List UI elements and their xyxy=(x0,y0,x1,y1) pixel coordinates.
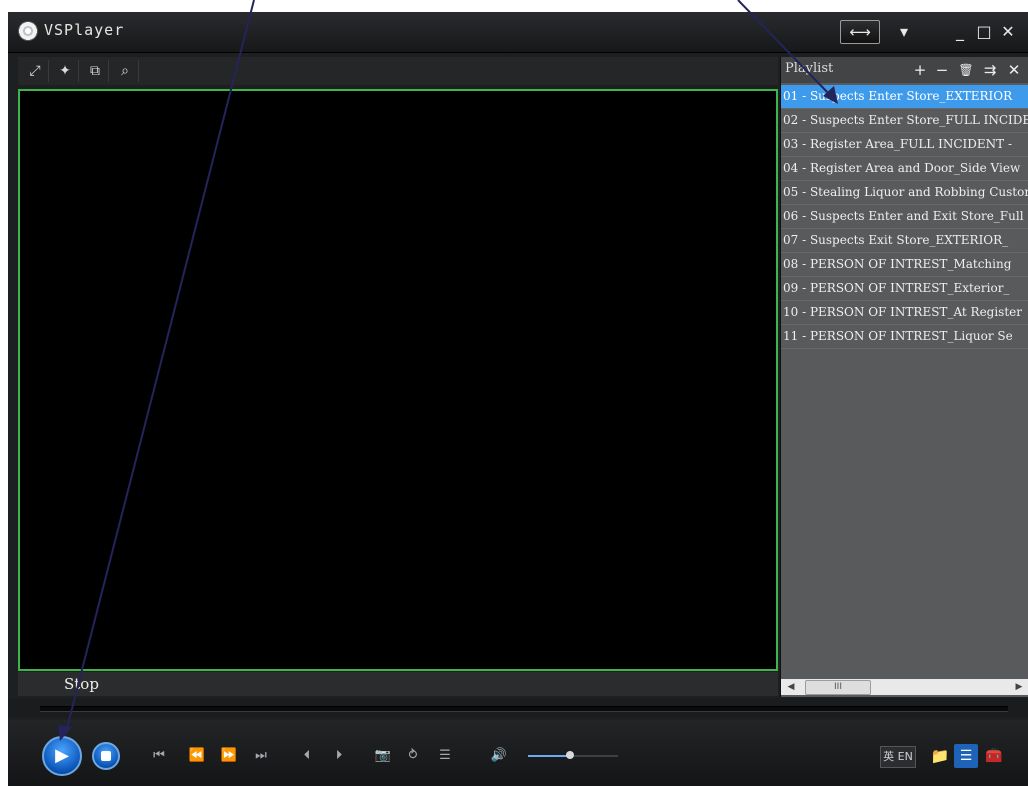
playlist-item[interactable]: 06 - Suspects Enter and Exit Store_Full xyxy=(781,205,1028,229)
remove-icon[interactable]: − xyxy=(931,59,953,81)
window-settings-icon[interactable]: ⧉ xyxy=(82,60,109,82)
seek-area xyxy=(8,698,1028,718)
video-display[interactable] xyxy=(18,89,778,671)
toolbox-icon[interactable]: 🧰 xyxy=(982,746,1006,766)
pin-icon[interactable]: ✦ xyxy=(52,60,79,82)
play-button[interactable]: ▶ xyxy=(42,736,82,776)
rewind-icon[interactable]: ⏪ xyxy=(184,746,210,766)
volume-icon[interactable]: 🔊 xyxy=(486,746,512,766)
stop-button[interactable] xyxy=(92,742,120,770)
close-button[interactable]: ✕ xyxy=(996,20,1020,44)
playlist-item[interactable]: 05 - Stealing Liquor and Robbing Custome… xyxy=(781,181,1028,205)
maximize-button[interactable]: □ xyxy=(972,20,996,44)
playlist-mode-icon[interactable]: ☰ xyxy=(432,746,458,766)
step-back-icon[interactable]: ⏴ xyxy=(294,746,320,766)
playlist-item[interactable]: 02 - Suspects Enter Store_FULL INCIDENT xyxy=(781,109,1028,133)
camera-icon[interactable]: 📷 xyxy=(370,746,396,766)
step-forward-icon[interactable]: ⏵ xyxy=(326,746,352,766)
playlist-panel: Playlist + − 🗑 ⇉ ✕ 01 - Suspects Enter S… xyxy=(780,57,1028,697)
playlist-item[interactable]: 08 - PERSON OF INTREST_Matching xyxy=(781,253,1028,277)
trash-icon[interactable]: 🗑 xyxy=(955,59,977,81)
app-title: VSPlayer xyxy=(44,21,125,39)
seek-bar[interactable] xyxy=(40,706,1008,712)
app-window: VSPlayer ⟷ ▾ _ □ ✕ ⤢ ✦ ⧉ ⌕ Stop Playlist + … xyxy=(8,12,1028,786)
status-text: Stop xyxy=(64,675,99,693)
skip-start-icon[interactable]: ⏮ xyxy=(146,746,172,766)
playlist-item[interactable]: 04 - Register Area and Door_Side View xyxy=(781,157,1028,181)
volume-slider-handle[interactable] xyxy=(566,751,574,759)
playlist-list: 01 - Suspects Enter Store_EXTERIOR 02 - S… xyxy=(781,85,1028,673)
repeat-icon[interactable]: ⥁ xyxy=(400,746,426,766)
playlist-title: Playlist xyxy=(785,61,834,76)
clear-list-icon[interactable]: ✕ xyxy=(1003,59,1025,81)
scroll-left-icon[interactable]: ◀ xyxy=(785,679,797,695)
scroll-right-icon[interactable]: ▶ xyxy=(1013,679,1025,695)
playlist-item[interactable]: 10 - PERSON OF INTREST_At Register xyxy=(781,301,1028,325)
menu-dropdown-icon[interactable]: ▾ xyxy=(892,20,916,44)
sort-icon[interactable]: ⇉ xyxy=(979,59,1001,81)
switch-view-button[interactable]: ⟷ xyxy=(840,20,880,44)
playlist-item[interactable]: 03 - Register Area_FULL INCIDENT - xyxy=(781,133,1028,157)
playlist-item[interactable]: 01 - Suspects Enter Store_EXTERIOR xyxy=(781,85,1028,109)
title-bar: VSPlayer ⟷ ▾ _ □ ✕ xyxy=(8,12,1028,53)
volume-level xyxy=(528,755,569,757)
playlist-toggle-icon[interactable]: ☰ xyxy=(954,744,978,768)
status-bar: Stop xyxy=(18,672,778,696)
add-icon[interactable]: + xyxy=(909,59,931,81)
language-toggle[interactable]: 英 EN xyxy=(880,746,916,768)
skip-end-icon[interactable]: ⏭ xyxy=(248,746,274,766)
fast-forward-icon[interactable]: ⏩ xyxy=(216,746,242,766)
fullscreen-icon[interactable]: ⤢ xyxy=(22,60,49,82)
playlist-item[interactable]: 11 - PERSON OF INTREST_Liquor Se xyxy=(781,325,1028,349)
minimize-button[interactable]: _ xyxy=(948,20,972,44)
app-logo-icon xyxy=(18,21,38,41)
folder-icon[interactable]: 📁 xyxy=(928,746,952,766)
scroll-thumb[interactable]: III xyxy=(805,680,871,695)
playback-controls: ▶ ⏮ ⏪ ⏩ ⏭ ⏴ ⏵ 📷 ⥁ ☰ 🔊 英 EN 📁 ☰ 🧰 xyxy=(8,720,1028,786)
zoom-icon[interactable]: ⌕ xyxy=(112,60,139,82)
playlist-item[interactable]: 07 - Suspects Exit Store_EXTERIOR_ xyxy=(781,229,1028,253)
video-toolbar: ⤢ ✦ ⧉ ⌕ xyxy=(18,57,778,85)
horizontal-scrollbar[interactable]: ◀ III ▶ xyxy=(781,679,1028,695)
playlist-item[interactable]: 09 - PERSON OF INTREST_Exterior_ xyxy=(781,277,1028,301)
playlist-header: Playlist + − 🗑 ⇉ ✕ xyxy=(781,57,1028,83)
